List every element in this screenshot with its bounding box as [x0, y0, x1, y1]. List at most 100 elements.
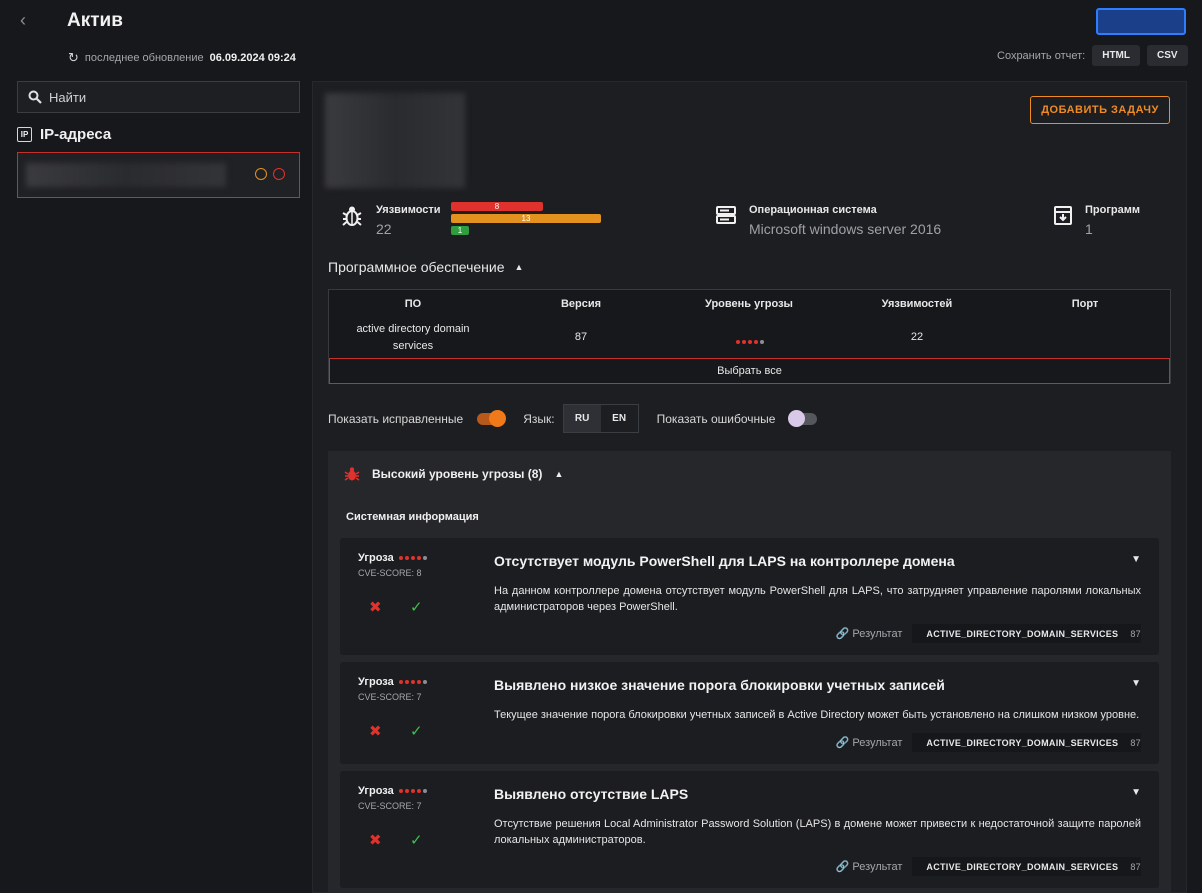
vuln-card[interactable]: Угроза CVE-SCORE: 7 ✖ ✓ Выявлено отсутст…	[340, 771, 1159, 888]
show-fixed-label: Показать исправленные	[328, 411, 464, 426]
system-info-heading: Системная информация	[346, 511, 479, 523]
link-icon: 🔗	[835, 861, 850, 873]
vuln-title: Выявлено отсутствие LAPS	[494, 786, 689, 802]
save-csv-button[interactable]: CSV	[1147, 45, 1188, 66]
threat-label: Угроза	[358, 676, 427, 688]
bug-icon	[342, 206, 362, 226]
threat-dots	[398, 680, 427, 684]
vuln-title: Выявлено низкое значение порога блокиров…	[494, 677, 945, 693]
service-port: 87	[1130, 628, 1141, 639]
user-button[interactable]	[1096, 8, 1186, 35]
programs-label: Программ	[1085, 204, 1141, 216]
page-title: Актив	[67, 10, 123, 31]
chevron-down-icon[interactable]: ▼	[1131, 678, 1141, 689]
result-label: Результат	[852, 861, 903, 873]
link-icon: 🔗	[835, 628, 850, 640]
ip-list-item[interactable]	[17, 152, 300, 198]
accept-icon[interactable]: ✓	[410, 831, 423, 849]
chevron-down-icon[interactable]: ▼	[1131, 554, 1141, 565]
os-value: Microsoft windows server 2016	[749, 221, 942, 237]
row-name: active directory domain services	[356, 323, 470, 352]
threat-label-text: Угроза	[358, 552, 394, 564]
service-code: ACTIVE_DIRECTORY_DOMAIN_SERVICES 87	[912, 733, 1141, 752]
result-link[interactable]: 🔗 Результат	[836, 736, 903, 749]
archive-icon	[1054, 206, 1072, 225]
save-report-label: Сохранить отчет:	[997, 49, 1086, 62]
result-link[interactable]: 🔗 Результат	[836, 627, 903, 640]
service-code-text: ACTIVE_DIRECTORY_DOMAIN_SERVICES	[926, 861, 1119, 872]
threat-label-text: Угроза	[358, 785, 394, 797]
col-header-threat: Уровень угрозы	[705, 298, 793, 310]
vuln-card[interactable]: Угроза CVE-SCORE: 7 ✖ ✓ Выявлено низкое …	[340, 662, 1159, 764]
vuln-description: Текущее значение порога блокировки учетн…	[494, 709, 1140, 721]
accept-icon[interactable]: ✓	[410, 722, 423, 740]
ip-icon: IP	[17, 127, 32, 142]
programs-stat: Программ 1	[1053, 204, 1140, 237]
service-code: ACTIVE_DIRECTORY_DOMAIN_SERVICES 87	[912, 857, 1141, 876]
vuln-footer: 🔗 Результат ACTIVE_DIRECTORY_DOMAIN_SERV…	[836, 624, 1141, 643]
bar-high: 8	[451, 202, 543, 211]
search-input[interactable]: Найти	[17, 81, 300, 113]
threat-dots	[398, 556, 427, 560]
row-vulns: 22	[910, 331, 924, 343]
vuln-card[interactable]: Угроза CVE-SCORE: 8 ✖ ✓ Отсутствует моду…	[340, 538, 1159, 655]
threat-label-text: Угроза	[358, 676, 394, 688]
vuln-description: На данном контроллере домена отсутствует…	[494, 585, 1141, 613]
vuln-description: Отсутствие решения Local Administrator P…	[494, 818, 1141, 846]
show-errors-toggle[interactable]	[788, 409, 818, 427]
bug-red-icon	[344, 467, 360, 481]
last-update: ↻ последнее обновление 06.09.2024 09:24	[68, 50, 296, 66]
service-port: 87	[1130, 861, 1141, 872]
threat-section-header[interactable]: Высокий уровень угрозы (8) ▲	[344, 466, 563, 482]
show-fixed-toggle[interactable]	[477, 409, 507, 427]
chevron-up-icon[interactable]: ▲	[554, 469, 563, 479]
select-all-button[interactable]: Выбрать все	[329, 358, 1170, 384]
bar-low: 1	[451, 226, 469, 235]
cve-score: CVE-SCORE: 7	[358, 692, 422, 702]
row-version: 87	[574, 331, 588, 343]
reject-icon[interactable]: ✖	[369, 831, 382, 849]
filters-bar: Показать исправленные Язык: RU EN Показа…	[328, 404, 818, 433]
row-threat-level	[665, 335, 833, 347]
accept-icon[interactable]: ✓	[410, 598, 423, 616]
col-header-version: Версия	[560, 298, 602, 310]
result-link[interactable]: 🔗 Результат	[836, 860, 903, 873]
ip-section-label: IP-адреса	[40, 126, 112, 143]
cve-score: CVE-SCORE: 7	[358, 801, 422, 811]
add-task-button[interactable]: ДОБАВИТЬ ЗАДАЧУ	[1030, 96, 1170, 124]
service-code-text: ACTIVE_DIRECTORY_DOMAIN_SERVICES	[926, 628, 1119, 639]
service-code: ACTIVE_DIRECTORY_DOMAIN_SERVICES 87	[912, 624, 1141, 643]
threat-dots	[398, 789, 427, 793]
col-header-port: Порт	[1071, 298, 1099, 310]
lang-label: Язык:	[523, 411, 555, 426]
refresh-icon[interactable]: ↻	[68, 50, 79, 66]
reject-icon[interactable]: ✖	[369, 722, 382, 740]
lang-en-button[interactable]: EN	[601, 405, 638, 432]
save-html-button[interactable]: HTML	[1092, 45, 1140, 66]
bar-medium: 13	[451, 214, 601, 223]
warning-icon	[255, 168, 267, 180]
vuln-bars: 8 13 1	[451, 202, 601, 238]
software-header[interactable]: Программное обеспечение ▲	[328, 259, 523, 275]
chevron-down-icon[interactable]: ▼	[1131, 787, 1141, 798]
redacted-ip	[26, 163, 226, 187]
ip-section-title: IP IP-адреса	[17, 126, 111, 143]
vuln-value: 22	[376, 221, 392, 237]
server-icon	[716, 206, 736, 224]
lang-ru-button[interactable]: RU	[563, 405, 601, 432]
vuln-label: Уязвимости	[376, 204, 441, 216]
os-label: Операционная система	[749, 204, 877, 216]
result-label: Результат	[852, 737, 903, 749]
back-icon[interactable]: ‹	[20, 10, 36, 30]
vuln-footer: 🔗 Результат ACTIVE_DIRECTORY_DOMAIN_SERV…	[836, 733, 1141, 752]
os-stat: Операционная система Microsoft windows s…	[715, 204, 941, 237]
chevron-up-icon[interactable]: ▲	[515, 262, 524, 272]
software-table: ПО Версия Уровень угрозы Уязвимостей Пор…	[328, 289, 1171, 384]
reject-icon[interactable]: ✖	[369, 598, 382, 616]
last-update-time: 06.09.2024 09:24	[209, 52, 296, 64]
search-placeholder: Найти	[49, 89, 87, 105]
threat-label: Угроза	[358, 552, 427, 564]
link-icon: 🔗	[835, 737, 850, 749]
save-report: Сохранить отчет: HTML CSV	[997, 45, 1188, 66]
result-label: Результат	[852, 628, 903, 640]
